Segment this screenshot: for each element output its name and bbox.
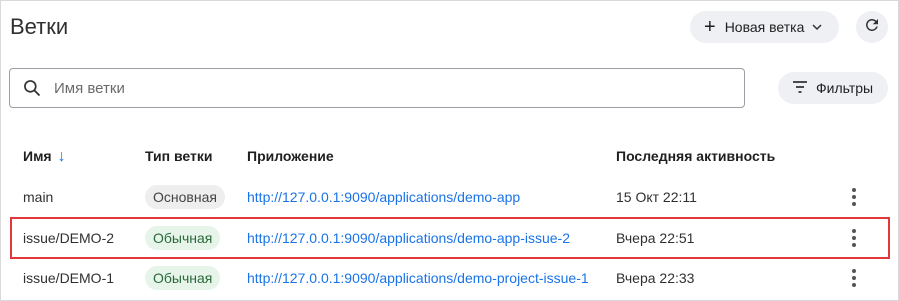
filters-button[interactable]: Фильтры xyxy=(778,72,888,104)
last-activity: 15 Окт 22:11 xyxy=(616,189,697,205)
branches-panel: Ветки + Новая ветка Фильтры Имя↓ Тип вет… xyxy=(0,0,899,301)
app-link[interactable]: http://127.0.0.1:9090/applications/demo-… xyxy=(247,270,589,286)
more-vert-icon[interactable] xyxy=(844,268,864,288)
filter-icon xyxy=(792,80,808,97)
branch-type-badge: Обычная xyxy=(145,266,221,290)
chevron-down-icon xyxy=(811,21,823,33)
branch-name: issue/DEMO-1 xyxy=(23,270,115,286)
new-branch-label: Новая ветка xyxy=(724,19,805,35)
table-row[interactable]: main Основная http://127.0.0.1:9090/appl… xyxy=(1,177,899,217)
more-vert-icon[interactable] xyxy=(844,187,864,207)
column-header-app[interactable]: Приложение xyxy=(247,148,334,164)
column-header-type[interactable]: Тип ветки xyxy=(145,148,212,164)
new-branch-button[interactable]: + Новая ветка xyxy=(690,11,839,43)
sort-desc-icon: ↓ xyxy=(57,148,66,165)
filters-label: Фильтры xyxy=(816,80,874,96)
branch-name: main xyxy=(23,189,54,205)
branch-type-badge: Основная xyxy=(145,185,225,209)
search-field[interactable] xyxy=(9,68,745,108)
page-title: Ветки xyxy=(10,14,69,39)
search-input[interactable] xyxy=(52,78,744,98)
last-activity: Вчера 22:33 xyxy=(616,270,695,286)
row-highlight-box xyxy=(10,217,890,259)
search-icon xyxy=(22,78,42,98)
column-header-name[interactable]: Имя ↓ xyxy=(23,148,66,166)
table-row[interactable]: issue/DEMO-1 Обычная http://127.0.0.1:90… xyxy=(1,258,899,298)
refresh-button[interactable] xyxy=(856,11,888,43)
refresh-icon xyxy=(863,16,881,39)
app-link[interactable]: http://127.0.0.1:9090/applications/demo-… xyxy=(247,189,520,205)
plus-icon: + xyxy=(704,16,716,38)
column-header-activity[interactable]: Последняя активность xyxy=(616,148,775,164)
